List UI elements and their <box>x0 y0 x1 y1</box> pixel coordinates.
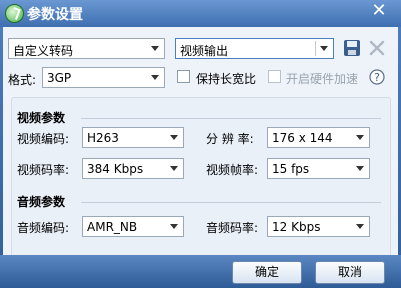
preset-category-select[interactable]: 自定义转码 <box>8 38 165 59</box>
cancel-button[interactable]: 取消 <box>315 261 385 284</box>
video-bitrate-select[interactable]: 384 Kbps <box>82 158 184 179</box>
ok-button[interactable]: 确定 <box>232 261 302 284</box>
save-icon[interactable] <box>343 39 361 57</box>
chevron-down-icon <box>170 166 178 171</box>
audio-bitrate-select[interactable]: 12 Kbps <box>267 216 370 237</box>
resolution-select[interactable]: 176 x 144 <box>267 127 370 148</box>
chevron-down-icon <box>356 224 364 229</box>
chevron-down-icon <box>151 75 159 80</box>
format-value: 3GP <box>47 71 72 85</box>
preset-name-value: 视频输出 <box>180 44 229 58</box>
audio-codec-select[interactable]: AMR_NB <box>82 216 184 237</box>
audio-codec-value: AMR_NB <box>87 220 138 234</box>
close-button[interactable]: ✕ <box>369 1 389 21</box>
video-codec-label: 视频编码: <box>17 132 70 146</box>
chevron-down-icon <box>320 46 328 51</box>
parameters-panel <box>11 97 391 277</box>
audio-bitrate-label: 音频码率: <box>206 221 259 235</box>
keep-aspect-label: 保持长宽比 <box>196 72 257 86</box>
window-title: 参数设置 <box>27 7 83 23</box>
svg-text:?: ? <box>374 71 380 84</box>
video-bitrate-label: 视频码率: <box>17 163 70 177</box>
dialog-footer: 确定 取消 <box>0 255 401 288</box>
help-icon[interactable]: ? <box>368 68 386 86</box>
chevron-down-icon <box>356 135 364 140</box>
keep-aspect-checkbox[interactable] <box>177 70 190 83</box>
audio-codec-label: 音频编码: <box>17 221 70 235</box>
delete-icon[interactable] <box>368 39 386 57</box>
video-bitrate-value: 384 Kbps <box>87 162 144 176</box>
chevron-down-icon <box>170 135 178 140</box>
chevron-down-icon <box>170 224 178 229</box>
chevron-down-icon <box>356 166 364 171</box>
title-bar: 参数设置 ✕ <box>0 0 401 27</box>
framerate-select[interactable]: 15 fps <box>267 158 370 179</box>
preset-category-value: 自定义转码 <box>13 44 74 58</box>
resolution-label: 分 辨 率: <box>206 132 254 146</box>
format-select[interactable]: 3GP <box>42 67 165 88</box>
audio-group-title: 音频参数 <box>17 195 66 209</box>
chevron-down-icon <box>151 46 159 51</box>
video-group-title: 视频参数 <box>17 111 66 125</box>
audio-group-divider <box>81 202 381 203</box>
framerate-label: 视频帧率: <box>206 163 259 177</box>
hw-accel-checkbox[interactable] <box>268 70 281 83</box>
format-label: 格式: <box>8 73 37 87</box>
preset-name-combo[interactable]: 视频输出 <box>175 38 334 59</box>
app-icon <box>5 4 24 23</box>
video-group-divider <box>81 118 381 119</box>
video-codec-select[interactable]: H263 <box>82 127 184 148</box>
resolution-value: 176 x 144 <box>272 131 333 145</box>
framerate-value: 15 fps <box>272 162 310 176</box>
settings-dialog: 参数设置 ✕ 自定义转码 视频输出 格式: 3GP 保持长宽比 开启硬件加速 ?… <box>0 0 401 288</box>
video-codec-value: H263 <box>87 131 119 145</box>
dialog-content: 自定义转码 视频输出 格式: 3GP 保持长宽比 开启硬件加速 ? 视频参数 视… <box>3 27 398 277</box>
hw-accel-label: 开启硬件加速 <box>286 72 359 86</box>
combo-divider <box>315 41 316 56</box>
audio-bitrate-value: 12 Kbps <box>272 220 321 234</box>
